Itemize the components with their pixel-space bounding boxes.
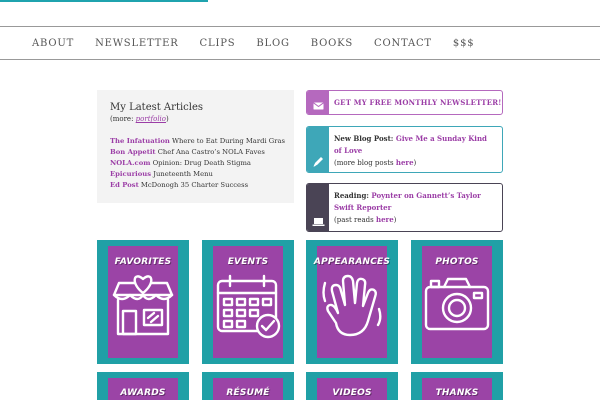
articles-list: The Infatuation Where to Eat During Mard… (110, 136, 285, 191)
tile-events[interactable]: EVENTS (202, 240, 294, 364)
nav-clips[interactable]: CLIPS (200, 38, 236, 49)
header-accent-bar (0, 0, 208, 2)
side-strip (307, 127, 329, 172)
newsletter-signup-link[interactable]: GET MY FREE MONTHLY NEWSLETTER! (334, 97, 502, 108)
side-strip (307, 184, 329, 231)
portfolio-link[interactable]: portfolio (136, 115, 166, 123)
list-item[interactable]: Bon Appetit Chef Ana Castro’s NOLA Faves (110, 147, 281, 158)
nav-contact[interactable]: CONTACT (374, 38, 432, 49)
pencil-icon (313, 157, 323, 167)
list-item[interactable]: Epicurious Juneteenth Menu (110, 169, 281, 180)
calendar-icon (216, 274, 281, 339)
nav-newsletter[interactable]: NEWSLETTER (95, 38, 178, 49)
list-item[interactable]: The Infatuation Where to Eat During Mard… (110, 136, 285, 147)
tile-label: AWARDS (120, 388, 166, 398)
envelope-icon (312, 102, 324, 110)
tile-appearances[interactable]: APPEARANCES (306, 240, 398, 364)
tile-videos[interactable]: VIDEOS (306, 372, 398, 400)
articles-more: (more: portfolio) (110, 115, 169, 123)
main-nav: ABOUT NEWSLETTER CLIPS BLOG BOOKS CONTAC… (0, 27, 600, 59)
tile-label: RÉSUMÉ (226, 388, 270, 398)
laptop-icon (312, 218, 324, 226)
nav-about[interactable]: ABOUT (32, 38, 74, 49)
tile-label: EVENTS (227, 257, 269, 267)
tile-label: THANKS (435, 388, 479, 398)
nav-money[interactable]: $$$ (453, 38, 475, 49)
latest-articles-panel: My Latest Articles (more: portfolio) The… (97, 90, 294, 203)
newsletter-callout[interactable]: GET MY FREE MONTHLY NEWSLETTER! (306, 90, 503, 115)
reading-callout: Reading: Poynter on Gannett’s Taylor Swi… (306, 183, 503, 232)
articles-title: My Latest Articles (110, 102, 204, 113)
past-reads-link[interactable]: here (376, 215, 394, 224)
tile-awards[interactable]: AWARDS (97, 372, 189, 400)
list-item[interactable]: Ed Post McDonogh 35 Charter Success (110, 180, 281, 191)
tile-label: VIDEOS (332, 388, 372, 398)
nav-divider (0, 59, 600, 60)
camera-icon (424, 277, 490, 331)
waving-hand-icon (322, 274, 382, 337)
tile-label: APPEARANCES (313, 257, 391, 267)
tile-photos[interactable]: PHOTOS (411, 240, 503, 364)
tile-favorites[interactable]: FAVORITES (97, 240, 189, 364)
tile-label: FAVORITES (114, 257, 172, 267)
more-blog-link[interactable]: here (396, 158, 414, 167)
blog-callout: New Blog Post: Give Me a Sunday Kind of … (306, 126, 503, 173)
nav-blog[interactable]: BLOG (256, 38, 289, 49)
heart-house-icon (112, 275, 174, 336)
tile-resume[interactable]: RÉSUMÉ (202, 372, 294, 400)
tile-thanks[interactable]: THANKS (411, 372, 503, 400)
nav-books[interactable]: BOOKS (311, 38, 353, 49)
tile-label: PHOTOS (435, 257, 479, 267)
list-item[interactable]: NOLA.com Opinion: Drug Death Stigma (110, 158, 281, 169)
side-strip (307, 91, 329, 114)
